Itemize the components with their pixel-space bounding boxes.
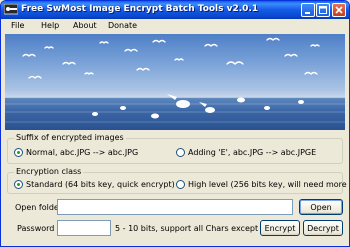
radio-class-high[interactable]: High level (256 bits key, will need more… — [176, 180, 349, 189]
radio-dot-checked[interactable] — [14, 148, 23, 157]
minimize-button[interactable] — [301, 3, 315, 17]
banner-image — [5, 34, 345, 130]
maximize-icon — [319, 6, 327, 14]
menu-bar: File Help About Donate — [1, 19, 349, 33]
seagulls-illustration — [5, 37, 345, 123]
suffix-groupbox: Suffix of encrypted images Normal, abc.J… — [7, 133, 343, 164]
window-title: Free SwMost Image Encrypt Batch Tools v2… — [21, 4, 259, 14]
radio-suffix-normal-label: Normal, abc.JPG --> abc.JPG — [26, 148, 139, 157]
close-icon — [335, 6, 343, 14]
maximize-button[interactable] — [316, 3, 330, 17]
menu-donate[interactable]: Donate — [108, 21, 137, 30]
radio-class-standard-label: Standard (64 bits key, quick encrypt) — [26, 180, 175, 189]
close-button[interactable] — [332, 3, 346, 17]
folder-path-input[interactable] — [57, 199, 293, 215]
encryption-class-legend: Encryption class — [14, 167, 84, 176]
app-window: Free SwMost Image Encrypt Batch Tools v2… — [0, 0, 350, 247]
radio-dot-checked[interactable] — [14, 180, 23, 189]
open-folder-label: Open folder — [15, 203, 63, 212]
radio-suffix-adding-e[interactable]: Adding 'E', abc.JPG --> abc.JPGE — [176, 148, 316, 157]
menu-file[interactable]: File — [11, 21, 24, 30]
minimize-icon — [305, 12, 310, 14]
encryption-class-groupbox: Encryption class Standard (64 bits key, … — [7, 167, 349, 194]
radio-class-high-label: High level (256 bits key, will need more… — [188, 180, 349, 189]
encrypt-button[interactable]: Encrypt — [260, 220, 300, 236]
password-label: Password — [17, 224, 55, 233]
radio-class-standard[interactable]: Standard (64 bits key, quick encrypt) — [14, 180, 175, 189]
menu-help[interactable]: Help — [41, 21, 59, 30]
suffix-legend: Suffix of encrypted images — [14, 133, 126, 142]
radio-dot[interactable] — [176, 180, 185, 189]
radio-suffix-adding-e-label: Adding 'E', abc.JPG --> abc.JPGE — [188, 148, 317, 157]
radio-suffix-normal[interactable]: Normal, abc.JPG --> abc.JPG — [14, 148, 138, 157]
password-input[interactable] — [57, 220, 111, 236]
password-hint: 5 - 10 bits, support all Chars except bl… — [115, 224, 283, 233]
title-bar[interactable]: Free SwMost Image Encrypt Batch Tools v2… — [1, 1, 349, 19]
app-icon — [4, 4, 18, 15]
open-button[interactable]: Open — [299, 199, 343, 215]
decrypt-button[interactable]: Decrypt — [303, 220, 343, 236]
menu-about[interactable]: About — [73, 21, 97, 30]
radio-dot[interactable] — [176, 148, 185, 157]
